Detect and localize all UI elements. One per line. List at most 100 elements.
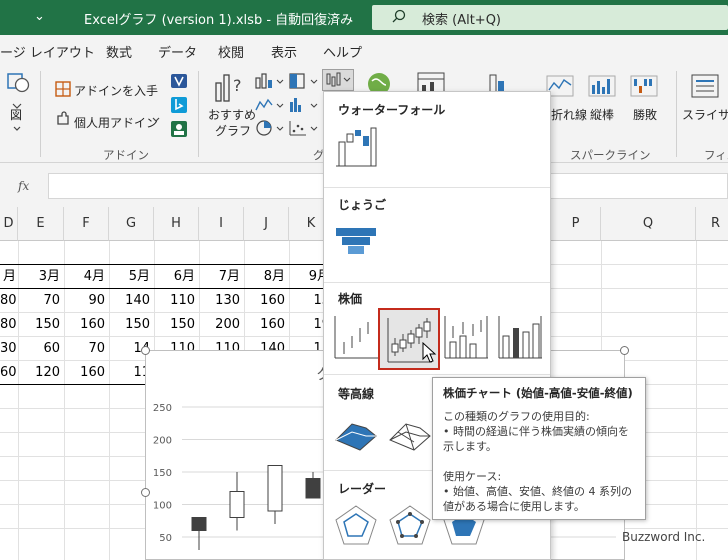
chart-resize-handle[interactable] [141, 488, 150, 497]
visio-icon[interactable] [170, 72, 188, 90]
addin-group-label: アドイン [103, 148, 149, 162]
sparkline-winloss-icon[interactable] [630, 75, 658, 97]
table-cell[interactable]: 150 [18, 313, 64, 337]
radar-markers-option[interactable] [386, 502, 434, 550]
table-cell[interactable]: 60 [0, 361, 18, 385]
chart-resize-handle[interactable] [620, 346, 629, 355]
sparkline-line-button[interactable]: 折れ線 [551, 106, 587, 123]
candle-body [229, 491, 245, 518]
slicer-button[interactable]: スライサー [682, 106, 728, 123]
column-header-p[interactable]: P [551, 207, 601, 241]
recommended-charts-icon[interactable]: ? [212, 71, 246, 105]
month-header-cell[interactable]: 4月 [64, 265, 109, 289]
search-placeholder: 検索 (Alt+Q) [422, 13, 502, 28]
column-header-h[interactable]: H [154, 207, 199, 241]
table-cell[interactable]: 130 [199, 289, 244, 313]
sparkline-column-button[interactable]: 縦棒 [590, 106, 614, 123]
column-header-q[interactable]: Q [601, 207, 696, 241]
table-cell[interactable]: 150 [109, 313, 154, 337]
stock-chart-button[interactable] [322, 69, 354, 91]
month-header-cell[interactable]: 8月 [244, 265, 289, 289]
column-header-r[interactable]: R [696, 207, 728, 241]
column-header-d[interactable]: D [0, 207, 18, 241]
statistic-chart-icon[interactable] [288, 96, 318, 114]
waterfall-chart-option[interactable] [332, 122, 380, 170]
wireframe-surface-option[interactable] [386, 406, 434, 454]
y-tick-label: 50 [159, 533, 172, 544]
chevron-down-icon[interactable] [12, 125, 22, 133]
table-cell[interactable]: 30 [0, 337, 18, 361]
table-cell[interactable]: 120 [18, 361, 64, 385]
get-addins-button[interactable]: アドインを入手 [74, 82, 158, 99]
stock-volume-ohlc-option[interactable] [496, 312, 544, 360]
bing-maps-icon[interactable] [170, 96, 188, 114]
stock-volume-hlc-option[interactable] [442, 312, 490, 360]
shapes-icon[interactable] [6, 71, 32, 97]
ribbon-tabs: ージ レイアウト 数式 データ 校閲 表示 ヘルプ [0, 35, 728, 65]
slicer-icon[interactable] [690, 73, 720, 99]
recommended-charts-label-2[interactable]: グラフ [215, 122, 251, 139]
radar-option[interactable] [332, 502, 380, 550]
table-cell[interactable]: 80 [0, 289, 18, 313]
separator [40, 71, 41, 157]
stock-hlc-option[interactable] [332, 312, 380, 360]
recommended-charts-label[interactable]: おすすめ [208, 106, 256, 123]
my-addins-icon [57, 111, 69, 125]
sparkline-column-icon[interactable] [588, 75, 616, 97]
month-header-cell[interactable]: 7月 [199, 265, 244, 289]
tab-formulas[interactable]: 数式 [106, 42, 132, 61]
table-cell[interactable]: 160 [64, 313, 109, 337]
table-cell[interactable]: 160 [244, 289, 289, 313]
table-cell[interactable]: 160 [64, 361, 109, 385]
month-header-cell[interactable]: 月 [0, 265, 18, 289]
month-header-cell[interactable]: 6月 [154, 265, 199, 289]
pie-chart-icon[interactable] [254, 119, 284, 137]
chart-resize-handle[interactable] [141, 346, 150, 355]
table-cell[interactable]: 60 [18, 337, 64, 361]
candle-body [305, 478, 321, 499]
column-chart-icon[interactable] [254, 72, 284, 90]
chart-type-tooltip: 株価チャート (始値-高値-安値-終値) この種類のグラフの使用目的: • 時間… [432, 377, 646, 520]
quick-access-dropdown-icon[interactable]: ⌄ [34, 9, 45, 24]
table-cell[interactable]: 140 [109, 289, 154, 313]
stock-ohlc-option[interactable] [378, 308, 440, 370]
hierarchy-chart-icon[interactable] [288, 72, 318, 90]
my-addins-button[interactable]: 個人用アドイン [74, 114, 158, 131]
document-title[interactable]: Excelグラフ (version 1).xlsb - 自動回復済み [84, 9, 353, 28]
table-cell[interactable]: 80 [0, 313, 18, 337]
tab-review[interactable]: 校閲 [218, 42, 244, 61]
column-header-i[interactable]: I [199, 207, 244, 241]
month-header-cell[interactable]: 5月 [109, 265, 154, 289]
table-cell[interactable]: 90 [64, 289, 109, 313]
insert-function-icon[interactable]: fx [18, 179, 29, 193]
line-chart-icon[interactable] [254, 96, 284, 114]
table-cell[interactable]: 200 [199, 313, 244, 337]
column-header-e[interactable]: E [18, 207, 64, 241]
scatter-chart-icon[interactable] [288, 119, 318, 137]
surface-3d-option[interactable] [332, 406, 380, 454]
funnel-chart-option[interactable] [332, 218, 380, 266]
candle-body [191, 517, 207, 531]
table-cell[interactable]: 70 [64, 337, 109, 361]
sparkline-winloss-button[interactable]: 勝敗 [633, 106, 657, 123]
month-header-cell[interactable]: 3月 [18, 265, 64, 289]
title-bar: ⌄ Excelグラフ (version 1).xlsb - 自動回復済み 検索 … [0, 0, 728, 35]
table-cell[interactable]: 160 [244, 313, 289, 337]
tab-data[interactable]: データ [158, 42, 197, 61]
column-header-g[interactable]: G [109, 207, 154, 241]
column-header-f[interactable]: F [64, 207, 109, 241]
tab-help[interactable]: ヘルプ [323, 42, 362, 61]
y-tick-label: 150 [153, 468, 172, 479]
search-box[interactable]: 検索 (Alt+Q) [372, 5, 728, 30]
table-cell[interactable]: 70 [18, 289, 64, 313]
people-graph-icon[interactable] [170, 120, 188, 138]
picture-label[interactable]: 図 [10, 106, 22, 123]
column-header-j[interactable]: J [244, 207, 289, 241]
separator [324, 282, 550, 283]
chevron-down-icon[interactable] [150, 115, 162, 125]
table-cell[interactable]: 110 [154, 289, 199, 313]
tab-page-layout[interactable]: ージ レイアウト [0, 42, 95, 61]
table-cell[interactable]: 150 [154, 313, 199, 337]
y-tick-label: 250 [153, 403, 172, 414]
tab-view[interactable]: 表示 [271, 42, 297, 61]
